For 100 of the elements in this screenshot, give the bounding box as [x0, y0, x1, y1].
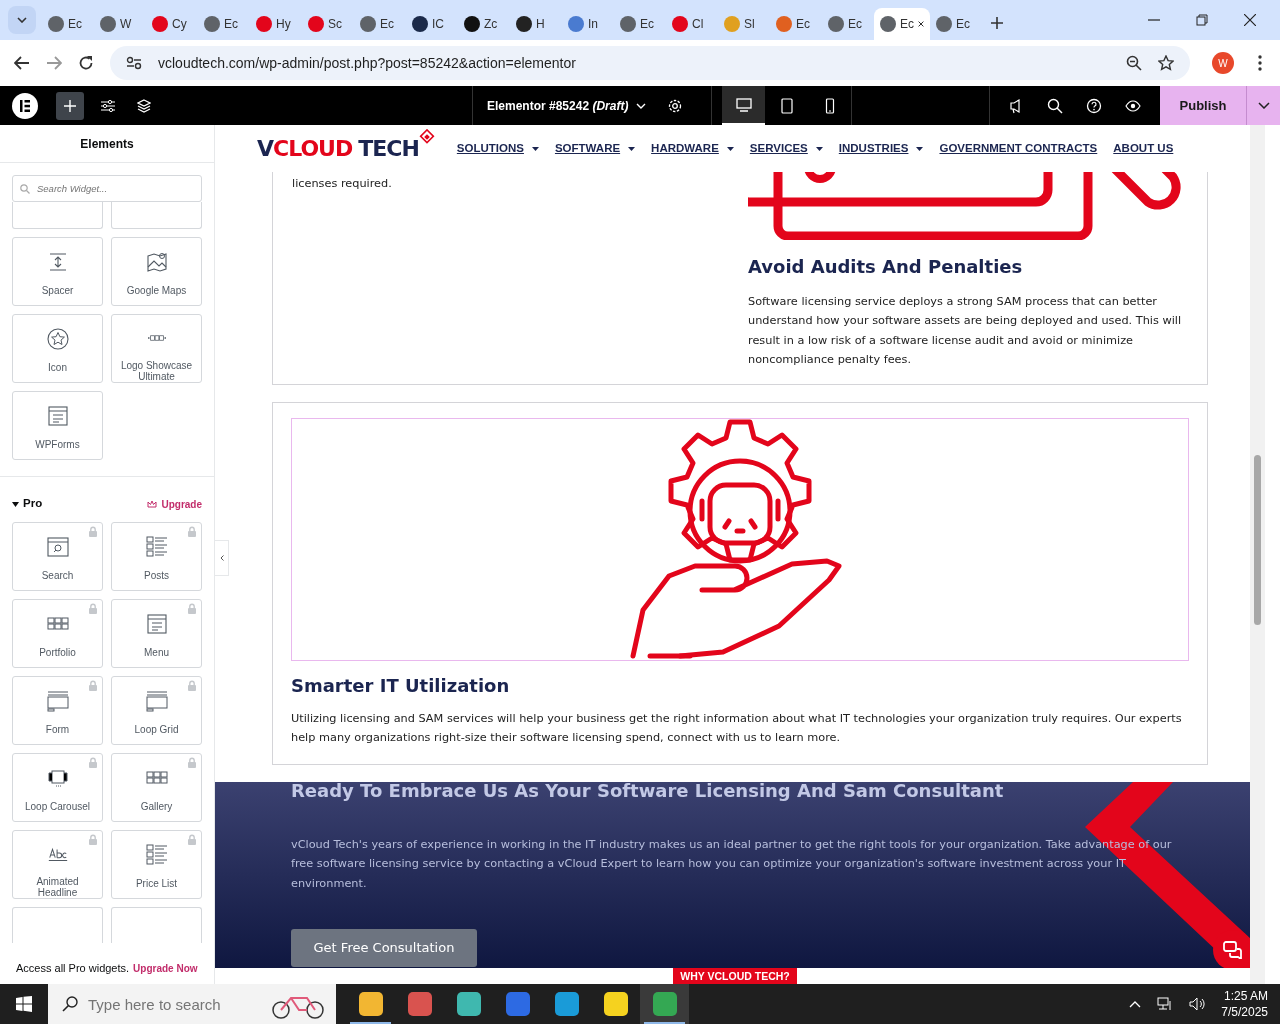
list-icon [144, 843, 169, 867]
widget-card[interactable]: Price List [111, 830, 202, 899]
profile-avatar[interactable]: W [1212, 52, 1234, 74]
widget-card[interactable]: Menu [111, 599, 202, 668]
browser-tab[interactable]: Cy [146, 8, 198, 40]
search-icon [62, 996, 78, 1012]
search-icon [45, 535, 70, 559]
browser-tab[interactable]: H [510, 8, 562, 40]
new-tab-icon[interactable] [990, 16, 1004, 30]
layers-icon[interactable] [137, 98, 151, 113]
widget-card[interactable]: Portfolio [12, 599, 103, 668]
browser-tab[interactable]: W [94, 8, 146, 40]
browser-tab[interactable]: Zc [458, 8, 510, 40]
upgrade-now-link[interactable]: Upgrade Now [133, 960, 198, 976]
taskbar-search-field[interactable]: Type here to search [48, 984, 336, 1024]
close-icon[interactable] [918, 19, 924, 29]
settings-icon[interactable] [668, 98, 683, 113]
browser-tab[interactable]: Ec [770, 8, 822, 40]
restore-icon[interactable] [1196, 14, 1208, 26]
browser-tab[interactable]: Cl [666, 8, 718, 40]
chevron-up-icon[interactable] [1129, 1000, 1142, 1008]
publish-options-button[interactable] [1246, 86, 1280, 125]
desktop-view-button[interactable] [722, 86, 765, 125]
nav-link[interactable]: SOLUTIONS [456, 139, 539, 158]
chevron-down-icon[interactable] [636, 102, 647, 109]
widget-card[interactable]: Form [12, 676, 103, 745]
widget-card[interactable]: Gallery [111, 753, 202, 822]
nav-link[interactable]: SERVICES [749, 139, 823, 158]
browser-tab[interactable]: Ec [198, 8, 250, 40]
address-field[interactable]: vcloudtech.com/wp-admin/post.php?post=85242&action=elementor [110, 46, 1190, 80]
browser-tab[interactable]: In [562, 8, 614, 40]
elementor-logo-icon[interactable] [12, 92, 38, 119]
widget-card[interactable]: Posts [111, 522, 202, 591]
nav-link[interactable]: GOVERNMENT CONTRACTS [939, 139, 1098, 158]
widget-card[interactable]: Loop Carousel [12, 753, 103, 822]
card-title: Avoid Audits And Penalties [748, 256, 1024, 278]
sliders-icon[interactable] [101, 99, 115, 112]
taskbar-app[interactable] [640, 984, 689, 1024]
section-tab[interactable]: WHY VCLOUD TECH? [673, 968, 797, 984]
network-icon[interactable] [1157, 997, 1174, 1011]
collapse-panel-handle[interactable] [215, 540, 229, 576]
browser-tab[interactable]: Ec [354, 8, 406, 40]
volume-icon[interactable] [1189, 997, 1206, 1011]
chevron-down-icon [1257, 102, 1270, 109]
windows-logo-icon[interactable] [16, 996, 32, 1012]
zoom-out-icon[interactable] [1126, 55, 1142, 71]
window-icon [144, 689, 169, 713]
chat-icon [1223, 941, 1243, 959]
document-title[interactable]: Elementor #85242 (Draft) [487, 96, 629, 115]
tab-list-icon[interactable] [17, 17, 27, 23]
nav-link[interactable]: SOFTWARE [554, 139, 636, 158]
menu-icon[interactable] [1258, 55, 1262, 71]
widget-card[interactable]: Loop Grid [111, 676, 202, 745]
browser-tab[interactable]: Ec [822, 8, 874, 40]
panel-title: Elements [80, 135, 134, 153]
help-icon[interactable] [1085, 97, 1102, 114]
widget-card[interactable]: Google Maps [111, 237, 202, 306]
upgrade-link[interactable]: Upgrade [147, 496, 202, 512]
body-text: licenses required. [292, 176, 393, 192]
search-icon[interactable] [1046, 97, 1063, 114]
nav-link[interactable]: ABOUT US [1113, 139, 1174, 158]
add-element-button[interactable] [56, 91, 84, 120]
card-text: Software licensing service deploys a strong SAM process that can better understand how your software assets are being deployed and used. This will result in a low risk of a software license audit and avoid or minimize noncompliance penalty fees. [748, 293, 1183, 369]
pro-section-toggle[interactable]: Pro [12, 495, 43, 513]
browser-tab[interactable]: Sl [718, 8, 770, 40]
close-icon[interactable] [1244, 14, 1256, 26]
forward-icon[interactable] [46, 56, 62, 70]
back-icon[interactable] [14, 56, 30, 70]
widget-card[interactable]: Icon [12, 314, 103, 383]
publish-button[interactable]: Publish [1160, 86, 1246, 125]
browser-tab[interactable]: Hy [250, 8, 302, 40]
tab-search-button[interactable] [8, 6, 36, 34]
plus-icon [64, 99, 76, 112]
widget-card[interactable]: Animated Headline [12, 830, 103, 899]
browser-tab[interactable]: Ec [614, 8, 666, 40]
star-icon[interactable] [1158, 55, 1174, 71]
scrollbar[interactable] [1250, 125, 1265, 984]
chevron-left-icon [219, 555, 224, 561]
widget-card[interactable]: Logo Showcase Ultimate [111, 314, 202, 383]
nav-link[interactable]: INDUSTRIES [838, 139, 924, 158]
form-icon [45, 404, 70, 428]
scroll-thumb[interactable] [1254, 455, 1261, 625]
widget-card[interactable]: WPForms [12, 391, 103, 460]
browser-tab[interactable]: Ec [930, 8, 982, 40]
browser-tab[interactable]: Ec [42, 8, 94, 40]
widget-card[interactable]: Search [12, 522, 103, 591]
nav-link[interactable]: HARDWARE [651, 139, 734, 158]
reload-icon[interactable] [78, 55, 94, 71]
tablet-icon [778, 97, 795, 114]
browser-tab[interactable]: IC [406, 8, 458, 40]
clock[interactable]: 1:25 AM 7/5/2025 [1221, 988, 1268, 1020]
site-settings-icon[interactable] [126, 56, 142, 70]
preview-icon[interactable] [1124, 97, 1141, 114]
list-icon [144, 535, 169, 559]
widget-card[interactable]: Spacer [12, 237, 103, 306]
browser-tab[interactable]: Sc [302, 8, 354, 40]
search-field[interactable]: Search Widget... [12, 175, 202, 202]
browser-tab[interactable]: Ec [874, 8, 930, 40]
site-logo[interactable]: VCLOUD TECH [257, 132, 419, 165]
consultation-button[interactable]: Get Free Consultation [291, 929, 477, 968]
